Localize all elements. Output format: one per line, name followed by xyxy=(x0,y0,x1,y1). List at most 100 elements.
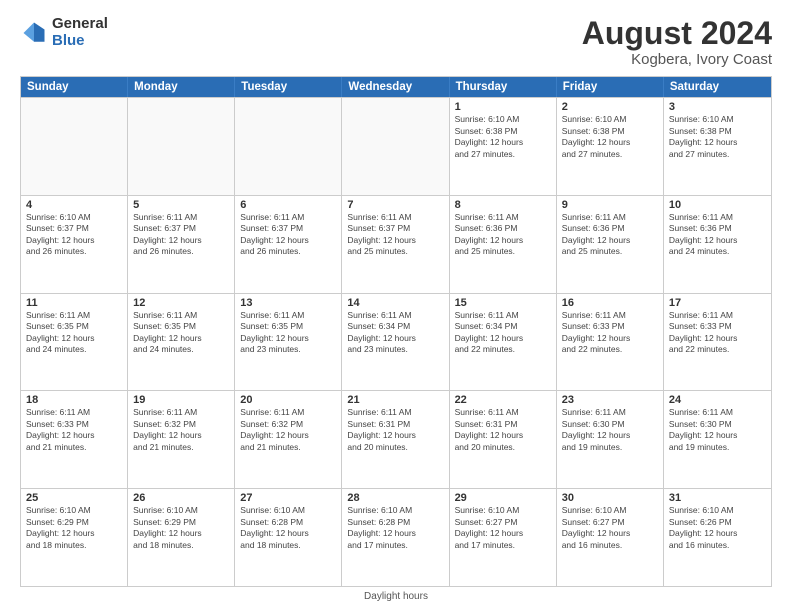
calendar-row: 11Sunrise: 6:11 AM Sunset: 6:35 PM Dayli… xyxy=(21,293,771,391)
day-number: 13 xyxy=(240,297,336,309)
page: General Blue August 2024 Kogbera, Ivory … xyxy=(0,0,792,612)
calendar-row: 4Sunrise: 6:10 AM Sunset: 6:37 PM Daylig… xyxy=(21,195,771,293)
calendar-cell: 28Sunrise: 6:10 AM Sunset: 6:28 PM Dayli… xyxy=(342,489,449,586)
calendar-cell: 11Sunrise: 6:11 AM Sunset: 6:35 PM Dayli… xyxy=(21,294,128,391)
calendar-cell: 4Sunrise: 6:10 AM Sunset: 6:37 PM Daylig… xyxy=(21,196,128,293)
calendar-cell: 5Sunrise: 6:11 AM Sunset: 6:37 PM Daylig… xyxy=(128,196,235,293)
calendar-cell: 10Sunrise: 6:11 AM Sunset: 6:36 PM Dayli… xyxy=(664,196,771,293)
day-info: Sunrise: 6:11 AM Sunset: 6:35 PM Dayligh… xyxy=(240,310,336,356)
day-number: 14 xyxy=(347,297,443,309)
calendar-cell: 16Sunrise: 6:11 AM Sunset: 6:33 PM Dayli… xyxy=(557,294,664,391)
day-info: Sunrise: 6:10 AM Sunset: 6:26 PM Dayligh… xyxy=(669,505,766,551)
calendar-cell: 29Sunrise: 6:10 AM Sunset: 6:27 PM Dayli… xyxy=(450,489,557,586)
day-info: Sunrise: 6:11 AM Sunset: 6:37 PM Dayligh… xyxy=(240,212,336,258)
logo-text: General Blue xyxy=(52,16,108,49)
calendar-cell: 3Sunrise: 6:10 AM Sunset: 6:38 PM Daylig… xyxy=(664,98,771,195)
day-info: Sunrise: 6:11 AM Sunset: 6:33 PM Dayligh… xyxy=(26,407,122,453)
calendar-header-cell: Sunday xyxy=(21,77,128,97)
calendar-cell: 12Sunrise: 6:11 AM Sunset: 6:35 PM Dayli… xyxy=(128,294,235,391)
day-number: 22 xyxy=(455,394,551,406)
day-info: Sunrise: 6:11 AM Sunset: 6:30 PM Dayligh… xyxy=(562,407,658,453)
day-number: 19 xyxy=(133,394,229,406)
calendar-row: 25Sunrise: 6:10 AM Sunset: 6:29 PM Dayli… xyxy=(21,488,771,586)
calendar-header-cell: Thursday xyxy=(450,77,557,97)
calendar-header-cell: Monday xyxy=(128,77,235,97)
calendar-cell: 7Sunrise: 6:11 AM Sunset: 6:37 PM Daylig… xyxy=(342,196,449,293)
calendar-cell: 14Sunrise: 6:11 AM Sunset: 6:34 PM Dayli… xyxy=(342,294,449,391)
calendar-cell: 21Sunrise: 6:11 AM Sunset: 6:31 PM Dayli… xyxy=(342,391,449,488)
day-info: Sunrise: 6:11 AM Sunset: 6:35 PM Dayligh… xyxy=(26,310,122,356)
day-info: Sunrise: 6:11 AM Sunset: 6:32 PM Dayligh… xyxy=(133,407,229,453)
day-info: Sunrise: 6:10 AM Sunset: 6:27 PM Dayligh… xyxy=(455,505,551,551)
calendar-row: 1Sunrise: 6:10 AM Sunset: 6:38 PM Daylig… xyxy=(21,97,771,195)
calendar-header-cell: Saturday xyxy=(664,77,771,97)
day-number: 2 xyxy=(562,101,658,113)
title-month: August 2024 xyxy=(582,16,772,51)
calendar-body: 1Sunrise: 6:10 AM Sunset: 6:38 PM Daylig… xyxy=(21,97,771,586)
day-info: Sunrise: 6:10 AM Sunset: 6:28 PM Dayligh… xyxy=(347,505,443,551)
day-info: Sunrise: 6:11 AM Sunset: 6:34 PM Dayligh… xyxy=(455,310,551,356)
day-number: 1 xyxy=(455,101,551,113)
day-number: 9 xyxy=(562,199,658,211)
calendar-cell: 15Sunrise: 6:11 AM Sunset: 6:34 PM Dayli… xyxy=(450,294,557,391)
day-info: Sunrise: 6:11 AM Sunset: 6:37 PM Dayligh… xyxy=(347,212,443,258)
day-info: Sunrise: 6:10 AM Sunset: 6:37 PM Dayligh… xyxy=(26,212,122,258)
day-number: 10 xyxy=(669,199,766,211)
day-number: 6 xyxy=(240,199,336,211)
calendar-cell: 27Sunrise: 6:10 AM Sunset: 6:28 PM Dayli… xyxy=(235,489,342,586)
day-number: 8 xyxy=(455,199,551,211)
day-number: 31 xyxy=(669,492,766,504)
calendar: SundayMondayTuesdayWednesdayThursdayFrid… xyxy=(20,76,772,587)
day-number: 17 xyxy=(669,297,766,309)
logo-blue: Blue xyxy=(52,33,108,50)
calendar-cell xyxy=(128,98,235,195)
day-number: 11 xyxy=(26,297,122,309)
day-info: Sunrise: 6:11 AM Sunset: 6:33 PM Dayligh… xyxy=(669,310,766,356)
day-info: Sunrise: 6:11 AM Sunset: 6:34 PM Dayligh… xyxy=(347,310,443,356)
calendar-cell: 30Sunrise: 6:10 AM Sunset: 6:27 PM Dayli… xyxy=(557,489,664,586)
day-number: 12 xyxy=(133,297,229,309)
calendar-row: 18Sunrise: 6:11 AM Sunset: 6:33 PM Dayli… xyxy=(21,390,771,488)
calendar-cell: 23Sunrise: 6:11 AM Sunset: 6:30 PM Dayli… xyxy=(557,391,664,488)
calendar-cell: 31Sunrise: 6:10 AM Sunset: 6:26 PM Dayli… xyxy=(664,489,771,586)
day-number: 16 xyxy=(562,297,658,309)
calendar-cell: 19Sunrise: 6:11 AM Sunset: 6:32 PM Dayli… xyxy=(128,391,235,488)
calendar-cell: 1Sunrise: 6:10 AM Sunset: 6:38 PM Daylig… xyxy=(450,98,557,195)
day-number: 7 xyxy=(347,199,443,211)
day-info: Sunrise: 6:11 AM Sunset: 6:30 PM Dayligh… xyxy=(669,407,766,453)
calendar-cell: 22Sunrise: 6:11 AM Sunset: 6:31 PM Dayli… xyxy=(450,391,557,488)
calendar-cell: 26Sunrise: 6:10 AM Sunset: 6:29 PM Dayli… xyxy=(128,489,235,586)
day-info: Sunrise: 6:11 AM Sunset: 6:31 PM Dayligh… xyxy=(347,407,443,453)
logo: General Blue xyxy=(20,16,108,49)
calendar-cell: 13Sunrise: 6:11 AM Sunset: 6:35 PM Dayli… xyxy=(235,294,342,391)
day-number: 20 xyxy=(240,394,336,406)
calendar-cell xyxy=(21,98,128,195)
calendar-header-cell: Friday xyxy=(557,77,664,97)
logo-icon xyxy=(20,19,48,47)
day-info: Sunrise: 6:11 AM Sunset: 6:37 PM Dayligh… xyxy=(133,212,229,258)
day-info: Sunrise: 6:11 AM Sunset: 6:31 PM Dayligh… xyxy=(455,407,551,453)
calendar-cell: 25Sunrise: 6:10 AM Sunset: 6:29 PM Dayli… xyxy=(21,489,128,586)
day-info: Sunrise: 6:10 AM Sunset: 6:29 PM Dayligh… xyxy=(26,505,122,551)
day-info: Sunrise: 6:11 AM Sunset: 6:35 PM Dayligh… xyxy=(133,310,229,356)
day-info: Sunrise: 6:10 AM Sunset: 6:27 PM Dayligh… xyxy=(562,505,658,551)
calendar-header-cell: Wednesday xyxy=(342,77,449,97)
calendar-header-cell: Tuesday xyxy=(235,77,342,97)
day-number: 21 xyxy=(347,394,443,406)
calendar-cell: 20Sunrise: 6:11 AM Sunset: 6:32 PM Dayli… xyxy=(235,391,342,488)
day-number: 30 xyxy=(562,492,658,504)
day-number: 26 xyxy=(133,492,229,504)
day-info: Sunrise: 6:11 AM Sunset: 6:32 PM Dayligh… xyxy=(240,407,336,453)
day-number: 18 xyxy=(26,394,122,406)
title-block: August 2024 Kogbera, Ivory Coast xyxy=(582,16,772,68)
footer-note: Daylight hours xyxy=(20,591,772,602)
calendar-header: SundayMondayTuesdayWednesdayThursdayFrid… xyxy=(21,77,771,97)
day-info: Sunrise: 6:10 AM Sunset: 6:38 PM Dayligh… xyxy=(455,114,551,160)
day-info: Sunrise: 6:10 AM Sunset: 6:28 PM Dayligh… xyxy=(240,505,336,551)
calendar-cell: 24Sunrise: 6:11 AM Sunset: 6:30 PM Dayli… xyxy=(664,391,771,488)
day-info: Sunrise: 6:10 AM Sunset: 6:29 PM Dayligh… xyxy=(133,505,229,551)
calendar-cell: 6Sunrise: 6:11 AM Sunset: 6:37 PM Daylig… xyxy=(235,196,342,293)
day-info: Sunrise: 6:11 AM Sunset: 6:33 PM Dayligh… xyxy=(562,310,658,356)
day-number: 28 xyxy=(347,492,443,504)
calendar-cell: 17Sunrise: 6:11 AM Sunset: 6:33 PM Dayli… xyxy=(664,294,771,391)
